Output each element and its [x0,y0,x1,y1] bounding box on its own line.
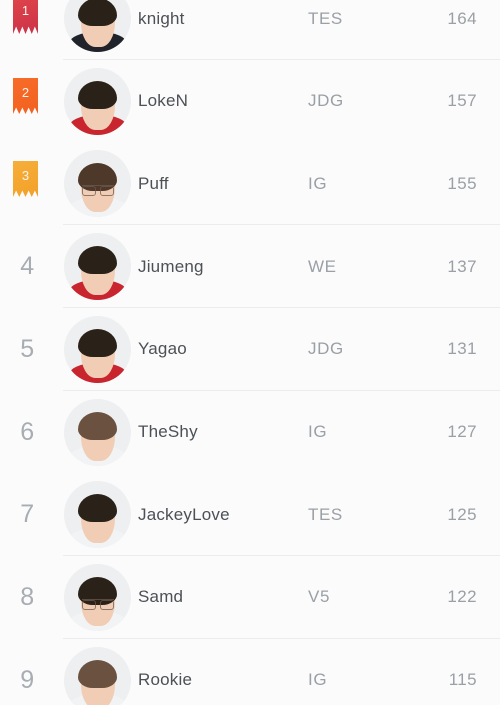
rank-number: 4 [20,252,35,281]
score-value: 125 [447,504,477,524]
rank-cell: 5 [0,308,63,391]
table-row[interactable]: 4 Jiumeng WE 137 [0,225,500,309]
rank-number: 6 [20,417,35,446]
avatar-hair [78,411,117,440]
avatar-photo [64,150,131,218]
player-name[interactable]: Puff [138,142,169,225]
glasses-icon [81,185,114,197]
player-name[interactable]: Samd [138,556,183,639]
player-name[interactable]: knight [138,0,185,60]
rank-number: 5 [20,334,35,363]
avatar-photo [64,233,131,301]
score-value: 115 [448,670,477,690]
team-name[interactable]: WE [308,225,337,308]
avatar[interactable] [64,646,131,705]
score-value: 137 [447,256,477,276]
avatar-photo [64,647,131,705]
avatar-photo [64,399,131,466]
player-name[interactable]: LokeN [138,60,188,143]
table-row[interactable]: Puff IG 155 [0,142,500,226]
team-name[interactable]: JDG [308,60,344,143]
score-value: 122 [447,587,477,607]
avatar[interactable] [64,67,131,135]
table-row[interactable]: 7 JackeyLove TES 125 [0,473,500,557]
player-ranking-list: knight TES 164 LokeN JDG 157 Puff IG 155 4 Jiumeng… [0,0,500,705]
avatar-photo [64,68,131,135]
avatar[interactable] [64,315,131,383]
avatar-photo [64,481,131,549]
avatar[interactable] [64,563,131,631]
avatar[interactable] [64,398,131,466]
rank-ribbon-badge: 3 [13,161,38,197]
team-name[interactable]: TES [308,0,343,60]
team-name[interactable]: JDG [308,308,344,391]
table-row[interactable]: 5 Yagao JDG 131 [0,307,500,391]
team-name[interactable]: V5 [308,556,330,639]
team-name[interactable]: TES [308,473,343,556]
avatar-hair [78,80,117,109]
rank-cell: 8 [0,556,63,639]
glasses-icon [81,598,114,610]
avatar-photo [64,0,131,52]
avatar-hair [78,328,117,357]
table-row[interactable]: LokeN JDG 157 [0,59,500,143]
avatar[interactable] [64,0,131,52]
avatar[interactable] [64,233,131,301]
avatar-hair [78,659,117,688]
table-row[interactable]: 9 Rookie IG 115 [0,638,500,705]
rank-number: 7 [20,500,35,529]
avatar[interactable] [64,481,131,549]
player-name[interactable]: Rookie [138,639,192,705]
rank-ribbon-badge: 2 [13,78,38,114]
score-value: 131 [447,339,477,359]
rank-cell: 6 [0,391,63,474]
team-name[interactable]: IG [308,639,327,705]
score-value: 155 [447,173,477,193]
avatar-hair [78,246,117,275]
score-value: 157 [447,91,477,111]
avatar-photo [64,316,131,383]
table-row[interactable]: 8 Samd V5 122 [0,555,500,639]
table-row[interactable]: knight TES 164 [0,0,500,60]
avatar-hair [78,0,117,26]
rank-cell: 9 [0,639,63,705]
team-name[interactable]: IG [308,142,327,225]
score-value: 127 [447,422,477,441]
team-name[interactable]: IG [308,391,327,474]
table-row[interactable]: 6 TheShy IG 127 [0,390,500,474]
avatar[interactable] [64,150,131,218]
player-name[interactable]: Yagao [138,308,187,391]
score-value: 164 [447,8,477,28]
rank-cell: 7 [0,473,63,556]
rank-cell: 4 [0,225,63,308]
player-name[interactable]: Jiumeng [138,225,204,308]
player-name[interactable]: TheShy [138,391,198,474]
avatar-photo [64,564,131,631]
rank-number: 8 [20,582,35,611]
rank-number: 9 [20,665,35,694]
player-name[interactable]: JackeyLove [138,473,230,556]
avatar-hair [78,494,117,523]
